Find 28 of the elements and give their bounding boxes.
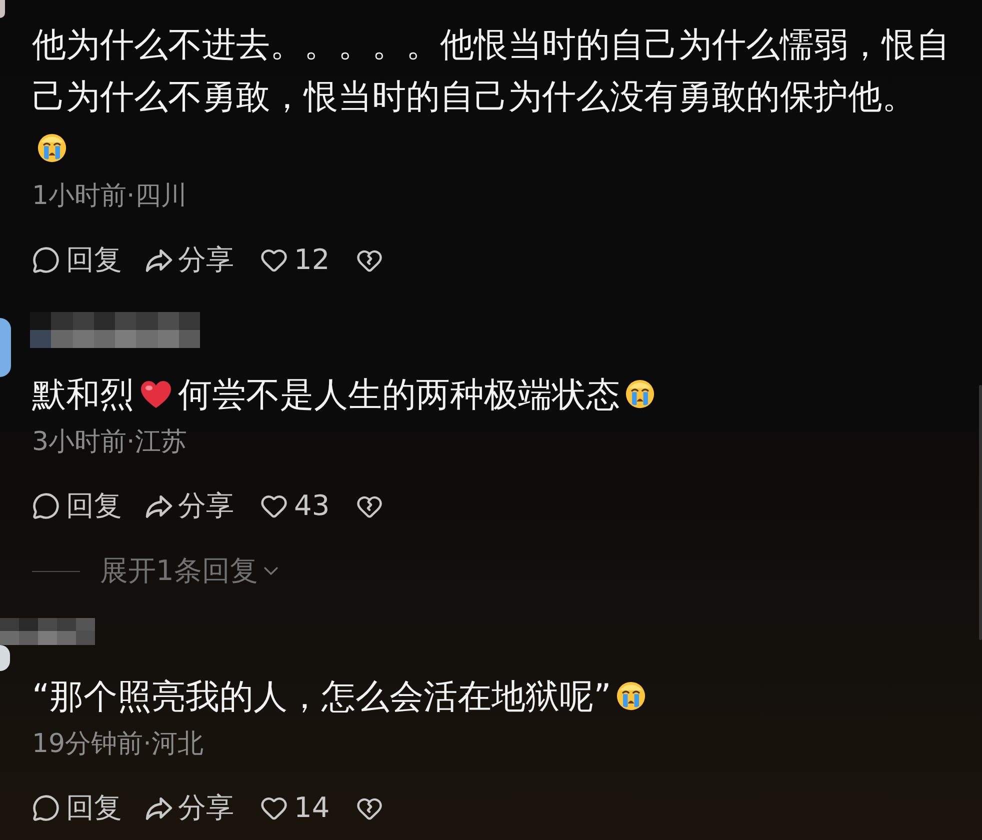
share-button[interactable]: 分享 (144, 793, 234, 823)
comment-time-location: 3小时前·江苏 (32, 427, 187, 457)
speech-bubble-icon (32, 246, 60, 274)
avatar[interactable] (0, 644, 10, 671)
comment-text: “那个照亮我的人，怎么会活在地狱呢” (32, 677, 612, 717)
share-button[interactable]: 分享 (144, 491, 234, 521)
avatar[interactable] (0, 0, 5, 18)
heart-icon (140, 378, 172, 409)
like-button[interactable]: 12 (260, 246, 330, 274)
like-button[interactable]: 14 (260, 794, 330, 822)
speech-bubble-icon (32, 492, 60, 520)
crying-face-icon (625, 378, 655, 409)
reply-button[interactable]: 回复 (32, 492, 122, 520)
comment-text: 何尝不是人生的两种极端状态 (178, 375, 620, 415)
reply-button[interactable]: 回复 (32, 246, 122, 274)
avatar[interactable] (0, 318, 11, 377)
comment-text: 他为什么不进去。。。。。他恨当时的自己为什么懦弱，恨自己为什么不勇敢，恨当时的自己为什么没有勇敢的保护他。 (32, 25, 950, 117)
crying-face-icon (616, 680, 646, 711)
speech-bubble-icon (32, 794, 60, 822)
share-button[interactable]: 分享 (144, 245, 234, 275)
expand-replies-button[interactable]: 展开1条回复 (32, 557, 283, 585)
like-button[interactable]: 43 (260, 492, 330, 520)
reply-button[interactable]: 回复 (32, 794, 122, 822)
comment-time-location: 1小时前·四川 (32, 181, 187, 211)
crying-face-icon (37, 132, 67, 163)
scrollbar-thumb[interactable] (979, 385, 982, 640)
comment-text: 默和烈 (32, 375, 134, 415)
comment-time-location: 19分钟前·河北 (32, 729, 204, 759)
